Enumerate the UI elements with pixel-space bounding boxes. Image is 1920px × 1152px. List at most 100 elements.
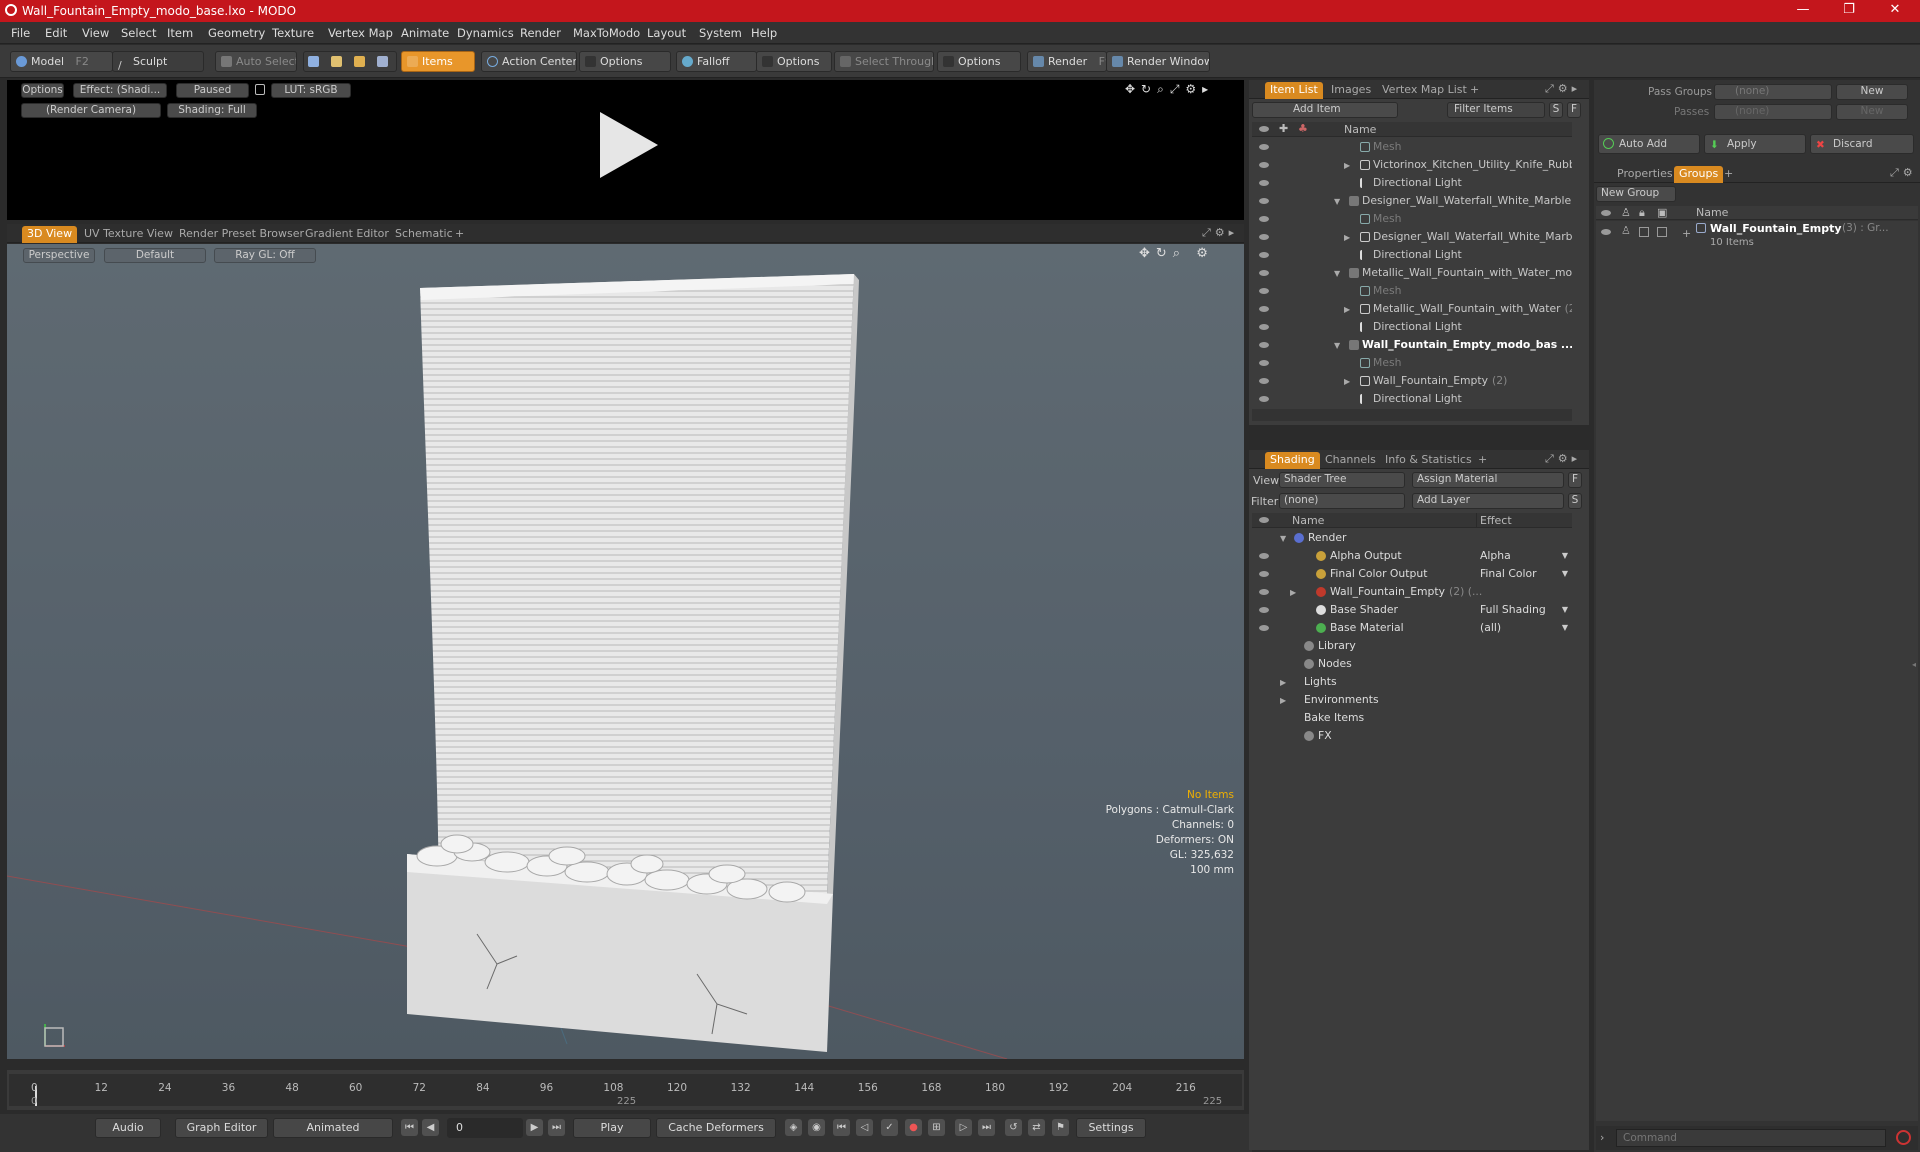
add-layer-dropdown[interactable]: Add Layer — [1412, 493, 1564, 509]
apply-button[interactable]: ⬇ Apply — [1704, 134, 1806, 154]
item-list-row[interactable]: ▶ Metallic_Wall_Fountain_with_Water(2) — [1252, 300, 1572, 318]
shader-effect-dropdown[interactable]: Full Shading ▼ — [1480, 601, 1570, 619]
render-view-nav-icons[interactable]: ✥↻⌕⤢⚙▸ — [1125, 82, 1214, 97]
prev-key-icon[interactable]: ◀ — [422, 1119, 439, 1136]
add-tab-button[interactable]: + — [1719, 166, 1738, 183]
item-list-row[interactable]: Mesh — [1252, 138, 1572, 156]
add-tab-button[interactable]: + — [1465, 82, 1484, 99]
expand-arrow-icon[interactable]: ▶ — [1280, 674, 1286, 691]
item-list-scrollbar[interactable] — [1252, 409, 1572, 421]
polygons-icon[interactable] — [354, 56, 365, 67]
expand-arrow-icon[interactable]: ▶ — [1344, 157, 1350, 174]
shader-tree-row[interactable]: Nodes — [1252, 655, 1572, 673]
shader-tree-row[interactable]: FX — [1252, 727, 1572, 745]
edges-icon[interactable] — [331, 56, 342, 67]
menu-select[interactable]: Select — [121, 26, 156, 40]
shader-effect-dropdown[interactable]: Alpha ▼ — [1480, 547, 1570, 565]
collapse-arrow-icon[interactable]: ▼ — [1334, 337, 1340, 354]
shader-effect-dropdown[interactable]: (all) ▼ — [1480, 619, 1570, 637]
filter-items-field[interactable]: Filter Items — [1447, 102, 1545, 118]
play-button[interactable]: Play — [573, 1118, 651, 1138]
item-list-row[interactable]: Directional Light — [1252, 246, 1572, 264]
render-paused-button[interactable]: Paused — [176, 83, 249, 98]
item-list-row[interactable]: ▶ Victorinox_Kitchen_Utility_Knife_Rubb..… — [1252, 156, 1572, 174]
tab-uv-texture-view[interactable]: UV Texture View — [79, 226, 178, 243]
item-list-row[interactable]: Mesh — [1252, 282, 1572, 300]
panel-options-icons[interactable]: ⤢⚙▸ — [1545, 82, 1581, 96]
shader-tree-row[interactable]: ▶ Wall_Fountain_Empty (2) (... — [1252, 583, 1572, 601]
sculpt-mode-button[interactable]: / Sculpt — [112, 51, 204, 72]
filter-dropdown[interactable]: (none) — [1279, 493, 1405, 509]
render-toggle-icon[interactable]: ♙ — [1621, 224, 1631, 237]
item-list-row[interactable]: Directional Light — [1252, 174, 1572, 192]
render-camera-dropdown[interactable]: (Render Camera) — [21, 103, 161, 118]
filter-f-button[interactable]: F — [1567, 102, 1581, 118]
select-checkbox[interactable] — [1657, 227, 1667, 237]
go-start-icon[interactable]: ⏮ — [401, 1119, 418, 1136]
panel-options-icons[interactable]: ⤢⚙▸ — [1545, 452, 1581, 466]
shader-tree-row[interactable]: Library — [1252, 637, 1572, 655]
set-key-icon[interactable]: ✓ — [881, 1119, 898, 1136]
pass-groups-dropdown[interactable]: (none) — [1714, 84, 1832, 100]
auto-select-button[interactable]: Auto Select — [215, 51, 297, 72]
select-through-button[interactable]: Select Through — [834, 51, 934, 72]
visibility-eye-icon[interactable] — [1259, 198, 1269, 204]
tab-render-preset-browser[interactable]: Render Preset Browser — [174, 226, 309, 243]
visibility-eye-icon[interactable] — [1259, 252, 1269, 258]
render-button[interactable]: Render F9 — [1027, 51, 1107, 72]
shader-tree-row[interactable]: Alpha Output Alpha ▼ — [1252, 547, 1572, 565]
visibility-eye-icon[interactable] — [1259, 270, 1269, 276]
visibility-eye-icon[interactable] — [1259, 571, 1269, 577]
tab-channels[interactable]: Channels — [1320, 452, 1381, 469]
lut-dropdown[interactable]: LUT: sRGB — [271, 83, 351, 98]
expand-arrow-icon[interactable]: ▶ — [1344, 301, 1350, 318]
sync-icon[interactable]: ⇄ — [1028, 1119, 1045, 1136]
shader-tree-row[interactable]: ▶ Environments — [1252, 691, 1572, 709]
lock-icon[interactable] — [255, 84, 265, 95]
visibility-eye-icon[interactable] — [1259, 589, 1269, 595]
menu-file[interactable]: File — [11, 26, 30, 40]
item-list-row[interactable]: Mesh — [1252, 210, 1572, 228]
expand-arrow-icon[interactable]: ▶ — [1290, 584, 1296, 601]
cache-deformers-button[interactable]: Cache Deformers — [656, 1118, 776, 1138]
collapse-arrow-icon[interactable]: ▼ — [1334, 193, 1340, 210]
menu-render[interactable]: Render — [520, 26, 561, 40]
assign-material-button[interactable]: Assign Material — [1412, 472, 1564, 488]
tab-images[interactable]: Images — [1326, 82, 1376, 99]
tab-3d-view[interactable]: 3D View — [22, 226, 78, 243]
new-pass-button[interactable]: New — [1836, 104, 1908, 120]
expand-plus-icon[interactable]: + — [1682, 227, 1691, 240]
shader-tree-row[interactable]: Final Color Output Final Color ▼ — [1252, 565, 1572, 583]
visibility-eye-icon[interactable] — [1259, 288, 1269, 294]
play-icon[interactable] — [592, 110, 662, 180]
expand-arrow-icon[interactable]: ▶ — [1280, 692, 1286, 709]
visibility-eye-icon[interactable] — [1259, 324, 1269, 330]
item-list-row[interactable]: Directional Light — [1252, 318, 1572, 336]
expand-arrow-icon[interactable]: ▶ — [1344, 229, 1350, 246]
new-group-button[interactable]: New Group — [1596, 186, 1676, 202]
menu-maxtomodo[interactable]: MaxToModo — [573, 26, 640, 40]
menu-item[interactable]: Item — [167, 26, 193, 40]
visibility-eye-icon[interactable] — [1259, 306, 1269, 312]
expand-arrow-icon[interactable]: ▶ — [1344, 373, 1350, 390]
shader-tree-row[interactable]: ▶ Lights — [1252, 673, 1572, 691]
vertices-icon[interactable] — [308, 56, 319, 67]
select-through-options-button[interactable]: Options — [937, 51, 1021, 72]
tab-schematic[interactable]: Schematic — [390, 226, 458, 243]
item-list-row[interactable]: Directional Light — [1252, 390, 1572, 408]
visibility-eye-icon[interactable] — [1259, 396, 1269, 402]
tab-gradient-editor[interactable]: Gradient Editor — [300, 226, 394, 243]
visibility-eye-icon[interactable] — [1259, 360, 1269, 366]
menu-layout[interactable]: Layout — [647, 26, 686, 40]
collapse-arrow-icon[interactable]: ▼ — [1280, 530, 1286, 547]
group-row[interactable]: ♙ + Wall_Fountain_Empty (3) : Gr... 10 I… — [1596, 221, 1918, 253]
loop-icon[interactable]: ↺ — [1005, 1119, 1022, 1136]
menu-dynamics[interactable]: Dynamics — [457, 26, 514, 40]
visibility-eye-icon[interactable] — [1259, 180, 1269, 186]
item-list-row[interactable]: Mesh — [1252, 354, 1572, 372]
visibility-eye-icon[interactable] — [1259, 607, 1269, 613]
materials-icon[interactable] — [377, 56, 388, 67]
falloff-options-button[interactable]: Options — [756, 51, 832, 72]
record-icon[interactable]: ● — [905, 1119, 922, 1136]
key-icon[interactable]: ◈ — [785, 1119, 802, 1136]
